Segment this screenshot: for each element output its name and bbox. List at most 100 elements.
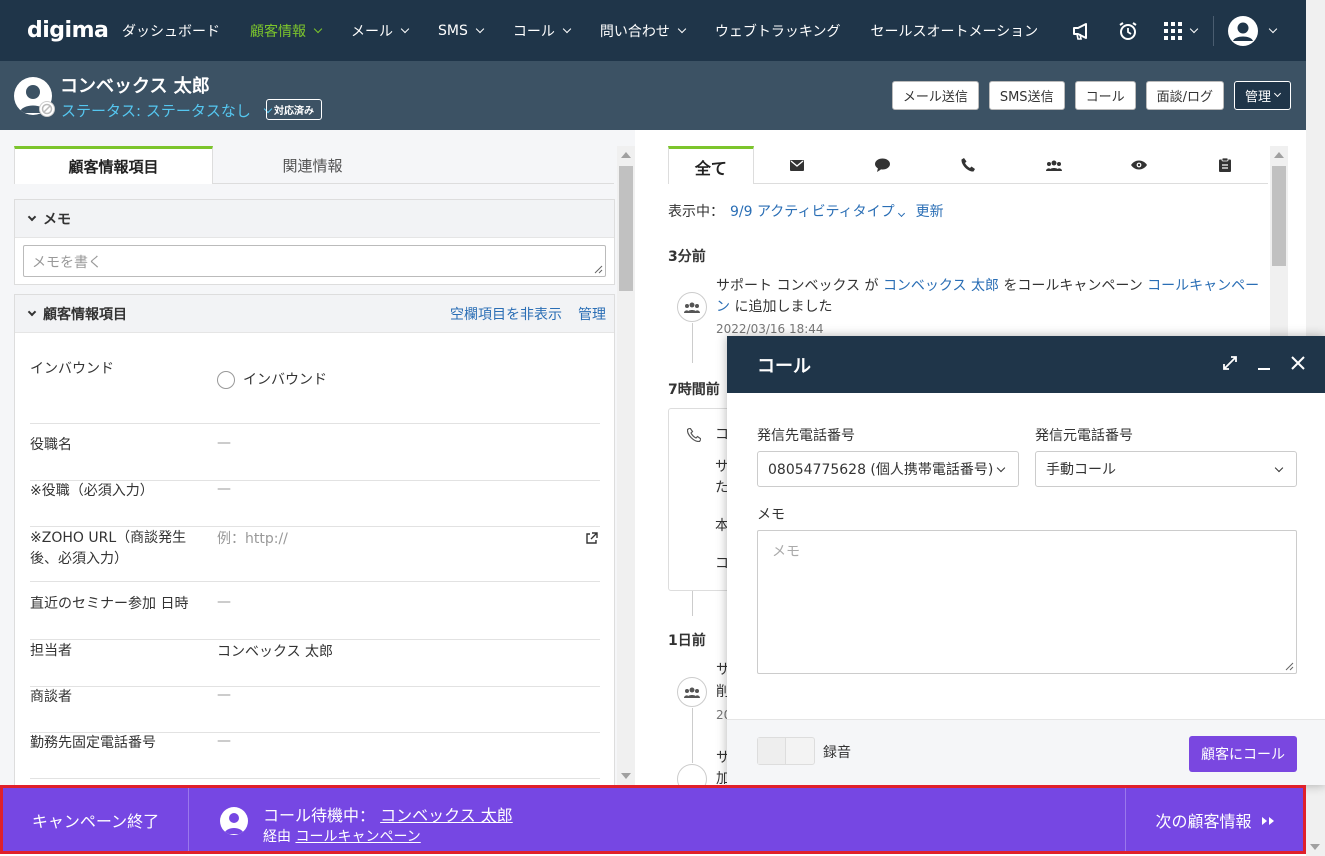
field-value[interactable]: — (217, 435, 231, 451)
manage-dropdown-button[interactable]: 管理 (1233, 81, 1291, 110)
waiting-customer-link[interactable]: コンベックス 太郎 (380, 806, 513, 825)
scroll-thumb[interactable] (619, 166, 633, 291)
tab-web-view[interactable] (1097, 146, 1183, 184)
no-status-icon (39, 101, 55, 117)
field-label: 担当者 (30, 643, 72, 659)
tab-meeting[interactable] (1011, 146, 1097, 184)
record-toggle[interactable] (757, 737, 815, 765)
resize-handle-icon[interactable] (1285, 662, 1294, 671)
scroll-up-icon[interactable] (621, 152, 631, 158)
meeting-log-button[interactable]: 面談/ログ (1145, 81, 1224, 110)
field-row-owner: 担当者 コンベックス 太郎 (30, 641, 600, 687)
chevron-down-icon (27, 212, 37, 221)
end-campaign-button[interactable]: キャンペーン終了 (3, 788, 189, 851)
tab-all[interactable]: 全て (668, 146, 754, 184)
field-value[interactable]: — (217, 687, 231, 703)
zoho-url-input[interactable]: 例：http:// (217, 528, 288, 548)
megaphone-icon[interactable] (1072, 22, 1092, 40)
chevron-down-icon (996, 463, 1006, 473)
tab-chat[interactable] (839, 146, 925, 184)
customer-info-header[interactable]: 顧客情報項目 空欄項目を非表示 管理 (15, 295, 614, 333)
tab-related-info[interactable]: 関連情報 (213, 146, 412, 184)
inbound-radio[interactable]: インバウンド (217, 369, 327, 389)
send-sms-button[interactable]: SMS送信 (988, 81, 1065, 110)
activity-text: サポート コンベックス が コンベックス 太郎 をコールキャンペーン コールキャ… (716, 278, 1260, 315)
activity-tabs: 全て (668, 146, 1268, 184)
scroll-thumb[interactable] (1272, 166, 1286, 266)
field-row-seminar-date: 直近のセミナー参加 日時 — (30, 594, 600, 640)
chevron-down-icon (1268, 24, 1278, 33)
left-tabs: 顧客情報項目 関連情報 (14, 146, 614, 184)
via-campaign-text: 経由 コールキャンペーン (263, 829, 421, 845)
nav-item-customer-info[interactable]: 顧客情報 (250, 0, 323, 61)
tab-customer-fields[interactable]: 顧客情報項目 (14, 146, 213, 184)
apps-grid-icon[interactable] (1164, 21, 1199, 40)
close-icon[interactable] (1289, 354, 1307, 372)
digima-logo[interactable]: digima (27, 18, 109, 43)
chevron-down-icon (313, 24, 323, 33)
phone-icon (961, 158, 976, 172)
field-value[interactable]: — (217, 481, 231, 497)
double-chevron-right-icon (1260, 810, 1274, 829)
field-value[interactable]: — (217, 733, 231, 749)
memo-section-header[interactable]: メモ (15, 200, 614, 238)
tab-phone[interactable] (925, 146, 1011, 184)
status-badge[interactable]: 対応済み (266, 99, 322, 120)
call-customer-button[interactable]: 顧客にコール (1189, 736, 1297, 772)
timeline-line (692, 591, 693, 616)
customer-link[interactable]: コンベックス 太郎 (883, 278, 999, 294)
user-avatar-icon[interactable] (1228, 15, 1278, 46)
scroll-down-icon[interactable] (621, 773, 631, 779)
nav-item-web-tracking[interactable]: ウェブトラッキング (715, 0, 841, 61)
chevron-down-icon (1274, 463, 1284, 473)
call-button[interactable]: コール (1074, 81, 1136, 110)
from-number-select[interactable]: 手動コール (1035, 451, 1297, 487)
tab-mail[interactable] (754, 146, 840, 184)
activity-type-filter-link[interactable]: 9/9 アクティビティタイプ (730, 204, 905, 220)
field-label: 勤務先固定電話番号 (30, 735, 156, 751)
nav-item-call[interactable]: コール (513, 0, 572, 61)
refresh-link[interactable]: 更新 (916, 204, 944, 220)
nav-item-mail[interactable]: メール (351, 0, 410, 61)
memo-input[interactable]: メモを書く (23, 245, 606, 277)
resize-handle-icon[interactable] (594, 265, 603, 274)
hide-empty-fields-link[interactable]: 空欄項目を非表示 (450, 304, 562, 324)
nav-item-sales-automation[interactable]: セールスオートメーション (870, 0, 1038, 61)
field-value[interactable]: コンベックス 太郎 (217, 641, 333, 661)
manage-fields-link[interactable]: 管理 (578, 304, 606, 324)
call-dialog-header[interactable]: コール (727, 336, 1325, 393)
from-number-label: 発信元電話番号 (1035, 428, 1133, 444)
expand-icon[interactable] (1221, 354, 1239, 372)
call-memo-textarea[interactable]: メモ (757, 530, 1297, 674)
external-link-icon[interactable] (585, 532, 598, 545)
chevron-down-icon (897, 209, 905, 218)
record-label: 録音 (823, 745, 851, 761)
nav-menu: ダッシュボード 顧客情報 メール SMS コール 問い合わせ ウェブトラッキング… (122, 0, 1068, 61)
via-campaign-link[interactable]: コールキャンペーン (295, 829, 420, 845)
campaign-bar: キャンペーン終了 コール待機中： コンベックス 太郎 経由 コールキャンペーン … (0, 785, 1306, 854)
alarm-clock-icon[interactable] (1118, 21, 1138, 41)
campaign-status: コール待機中： コンベックス 太郎 経由 コールキャンペーン (189, 788, 1125, 851)
next-customer-button[interactable]: 次の顧客情報 (1125, 788, 1303, 851)
send-mail-button[interactable]: メール送信 (891, 81, 979, 110)
to-number-select[interactable]: 08054775628 (個人携帯電話番号) (757, 451, 1019, 487)
nav-item-dashboard[interactable]: ダッシュボード (122, 0, 220, 61)
scroll-down-icon[interactable] (1310, 844, 1320, 850)
group-icon (1045, 160, 1062, 171)
customer-avatar (220, 807, 248, 835)
status-dropdown[interactable]: ステータス: ステータスなし (61, 100, 273, 121)
radio-icon[interactable] (217, 371, 235, 389)
tab-form[interactable] (1182, 146, 1268, 184)
field-row-position-required: ※役職（必須入力） — (30, 481, 600, 527)
scroll-up-icon[interactable] (1274, 152, 1284, 158)
chevron-down-icon (400, 24, 410, 33)
nav-item-sms[interactable]: SMS (438, 0, 485, 61)
field-value[interactable]: — (217, 594, 231, 610)
left-scrollbar[interactable] (617, 146, 635, 785)
minimize-icon[interactable] (1255, 354, 1273, 372)
chevron-down-icon (562, 24, 572, 33)
nav-item-inquiry[interactable]: 問い合わせ (600, 0, 687, 61)
field-row-office-phone: 勤務先固定電話番号 — (30, 733, 600, 779)
memo-label: メモ (757, 507, 785, 523)
field-row-zoho-url: ※ZOHO URL（商談発生後、必須入力） 例：http:// (30, 528, 600, 582)
